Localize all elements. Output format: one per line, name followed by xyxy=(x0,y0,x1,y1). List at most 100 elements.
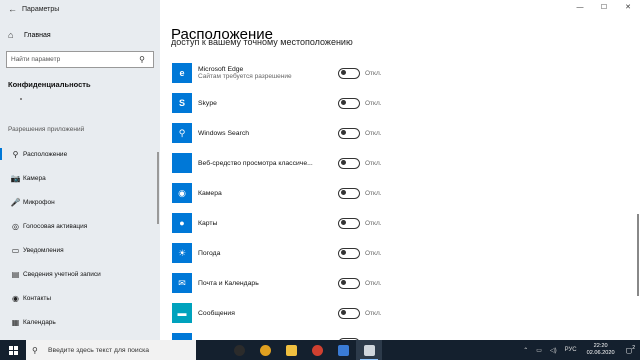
search-icon: ⚲ xyxy=(32,345,38,355)
app-name: Погода xyxy=(198,249,221,257)
notification-center-icon[interactable]: ▢2 xyxy=(621,345,640,354)
app-permissions-list: e Microsoft Edge Сайтам требуется разрешен… xyxy=(172,58,432,340)
taskbar: ⚲ Введите здесь текст для поиска ⌃ ▭ ◁) … xyxy=(0,340,640,360)
app-name: Skype xyxy=(198,99,217,107)
main-content: — ☐ ✕ Расположение доступ к вашему точно… xyxy=(160,0,640,340)
back-arrow-icon[interactable]: ← xyxy=(8,4,22,14)
app-permission-row: ☀ Погода Откл. xyxy=(172,238,432,268)
search-icon[interactable]: ⚲ xyxy=(135,55,149,64)
app-permission-row: ⚲ Windows Search Откл. xyxy=(172,118,432,148)
toggle-state-label: Откл. xyxy=(365,189,382,197)
toggle-state-label: Откл. xyxy=(365,159,382,167)
volume-icon[interactable]: ◁) xyxy=(546,347,561,354)
taskbar-app-settings[interactable] xyxy=(356,340,382,360)
chevron-up-icon[interactable]: ⌃ xyxy=(519,347,532,354)
sidebar-item-label: Расположение xyxy=(23,150,68,158)
toggle-state-label: Откл. xyxy=(365,99,382,107)
camera-icon: 📷 xyxy=(10,173,21,183)
toggle-state-label: Откл. xyxy=(365,279,382,287)
location-toggle[interactable] xyxy=(338,187,360,199)
location-toggle[interactable] xyxy=(338,307,360,319)
microphone-icon: 🎤 xyxy=(10,197,21,207)
app-permission-row: ▬ Сообщения Откл. xyxy=(172,298,432,328)
maximize-button[interactable]: ☐ xyxy=(592,0,616,16)
sidebar-item-account[interactable]: ▤ Сведения учетной записи xyxy=(0,262,160,286)
obs-icon xyxy=(233,344,245,356)
sidebar-item-notifications[interactable]: ▭ Уведомления xyxy=(0,238,160,262)
taskbar-search[interactable]: ⚲ Введите здесь текст для поиска xyxy=(26,340,196,360)
home-icon: ⌂ xyxy=(8,30,14,40)
taskbar-app-chrome[interactable] xyxy=(252,340,278,360)
language-indicator[interactable]: РУС xyxy=(561,347,581,353)
app-permission-row: S Skype Откл. xyxy=(172,88,432,118)
toggle-state-label: Откл. xyxy=(365,309,382,317)
app-permission-row: ✉ Почта и Календарь Откл. xyxy=(172,268,432,298)
sidebar-item-label: Контакты xyxy=(23,294,52,302)
settings-search[interactable]: ⚲ xyxy=(6,51,154,68)
app-text: Камера xyxy=(198,190,318,197)
location-toggle[interactable] xyxy=(338,157,360,169)
sidebar-item-camera[interactable]: 📷 Камера xyxy=(0,166,160,190)
taskbar-search-placeholder: Введите здесь текст для поиска xyxy=(48,346,150,354)
location-toggle[interactable] xyxy=(338,127,360,139)
network-icon[interactable]: ▭ xyxy=(532,347,546,354)
web-viewer-icon xyxy=(172,153,192,173)
clock-date: 02.06.2020 xyxy=(586,350,615,356)
app-subtitle: Сайтам требуется разрешение xyxy=(198,73,292,80)
mail-calendar-icon: ✉ xyxy=(172,273,192,293)
maps-icon: ● xyxy=(172,213,192,233)
app-name: Microsoft Edge xyxy=(198,66,244,73)
location-toggle[interactable] xyxy=(338,247,360,259)
clock[interactable]: 22:20 02.06.2020 xyxy=(581,343,621,357)
location-toggle[interactable] xyxy=(338,67,360,79)
sidebar-item-calendar[interactable]: ▦ Календарь xyxy=(0,310,160,334)
taskbar-app-file-explorer[interactable] xyxy=(278,340,304,360)
system-tray: ⌃ ▭ ◁) РУС 22:20 02.06.2020 ▢2 xyxy=(519,340,640,360)
app-name: Карты xyxy=(198,219,218,227)
chrome-icon-2 xyxy=(311,344,323,356)
taskbar-pinned-apps xyxy=(226,340,382,360)
account-icon: ▤ xyxy=(11,269,20,279)
sidebar-item-label: Микрофон xyxy=(23,198,55,206)
sidebar-item-label: Голосовая активация xyxy=(23,222,88,230)
start-button[interactable] xyxy=(0,340,26,360)
app-text: Почта и Календарь xyxy=(198,280,318,287)
sidebar-item-microphone[interactable]: 🎤 Микрофон xyxy=(0,190,160,214)
taskbar-app-chrome-2[interactable] xyxy=(304,340,330,360)
sidebar-scrollbar[interactable] xyxy=(157,152,159,224)
app-text: Погода xyxy=(198,250,318,257)
close-button[interactable]: ✕ xyxy=(616,0,640,16)
app-text: Microsoft Edge Сайтам требуется разрешени… xyxy=(198,66,318,80)
group-label: Разрешения приложений xyxy=(8,126,85,133)
settings-search-input[interactable] xyxy=(7,56,135,63)
taskbar-app-obs[interactable] xyxy=(226,340,252,360)
app-permission-row: e Microsoft Edge Сайтам требуется разрешен… xyxy=(172,58,432,88)
app-name: Windows Search xyxy=(198,129,249,137)
partially-scrolled-text: доступ к вашему точному местоположению xyxy=(171,40,353,47)
app-text: Сообщения xyxy=(198,310,318,317)
toggle-state-label: Откл. xyxy=(365,129,382,137)
divider-dot xyxy=(20,98,22,100)
taskbar-app-paint[interactable] xyxy=(330,340,356,360)
notification-count: 2 xyxy=(632,345,635,352)
contacts-icon: ◉ xyxy=(12,293,19,303)
app-text: Windows Search xyxy=(198,130,318,137)
window-controls: — ☐ ✕ xyxy=(568,0,640,16)
toggle-state-label: Откл. xyxy=(365,219,382,227)
nav-home-label: Главная xyxy=(24,31,51,39)
minimize-button[interactable]: — xyxy=(568,0,592,16)
location-toggle[interactable] xyxy=(338,97,360,109)
sidebar-item-label: Уведомления xyxy=(23,246,64,254)
sidebar-item-location[interactable]: ⚲ Расположение xyxy=(0,142,160,166)
app-permission-row: ◆Средство 3D-просмотраОткл. xyxy=(172,328,432,340)
location-toggle[interactable] xyxy=(338,217,360,229)
nav-home[interactable]: ⌂ Главная xyxy=(0,25,160,45)
main-scrollbar[interactable] xyxy=(637,214,639,296)
sidebar-item-label: Сведения учетной записи xyxy=(23,270,101,278)
location-toggle[interactable] xyxy=(338,277,360,289)
sidebar-item-contacts[interactable]: ◉ Контакты xyxy=(0,286,160,310)
app-name: Камера xyxy=(198,189,222,197)
voice-icon: ◎ xyxy=(12,221,19,231)
sidebar-item-voice[interactable]: ◎ Голосовая активация xyxy=(0,214,160,238)
sidebar-item-label: Календарь xyxy=(23,318,56,326)
